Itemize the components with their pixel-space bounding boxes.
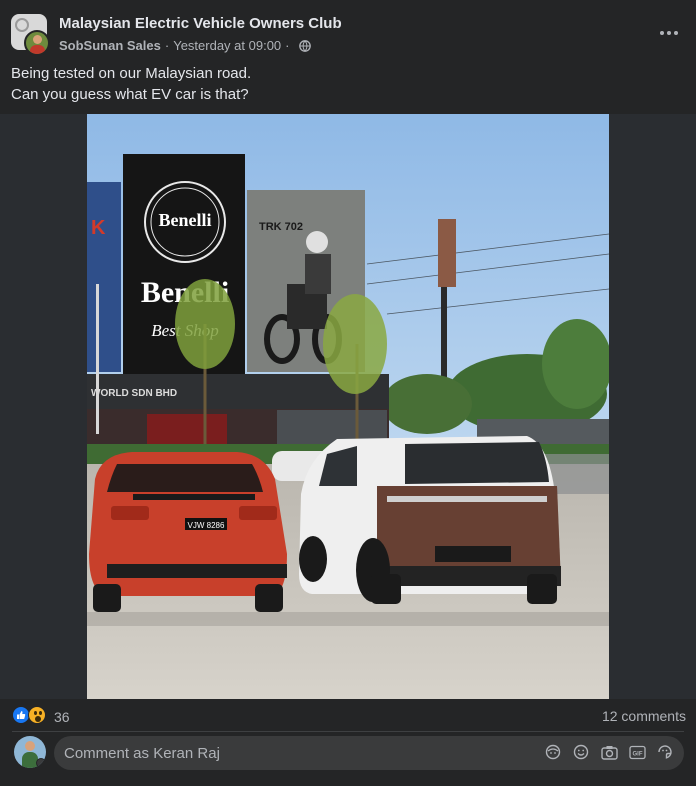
author-name-link[interactable]: SobSunan Sales bbox=[59, 38, 161, 53]
current-user-avatar[interactable] bbox=[14, 736, 46, 768]
post-timestamp[interactable]: Yesterday at 09:00 bbox=[173, 38, 281, 53]
avatar-face bbox=[25, 741, 35, 751]
avatar-face bbox=[33, 35, 42, 44]
wow-eye-icon bbox=[39, 711, 42, 715]
svg-text:GIF: GIF bbox=[632, 751, 642, 757]
plate-text: VJW 8286 bbox=[188, 521, 225, 530]
more-dot-icon bbox=[667, 31, 671, 35]
author-avatar[interactable] bbox=[24, 30, 50, 56]
avatar-sticker-glyph bbox=[545, 744, 561, 760]
billboard-model: TRK 702 bbox=[259, 221, 303, 233]
comment-tools: GIF bbox=[544, 743, 674, 761]
group-name-link[interactable]: Malaysian Electric Vehicle Owners Club bbox=[59, 15, 342, 32]
avatar-body bbox=[30, 45, 45, 54]
post-text-line: Being tested on our Malaysian road. bbox=[11, 65, 252, 82]
camera-icon[interactable] bbox=[600, 743, 618, 761]
post-message: Being tested on our Malaysian road. Can … bbox=[11, 63, 681, 105]
thumb-up-glyph bbox=[17, 711, 26, 719]
photo-scene: K Benelli Benelli Best Shop TRK 702 bbox=[87, 114, 609, 699]
avatar-sticker-icon[interactable] bbox=[544, 743, 562, 761]
wow-icon bbox=[28, 706, 46, 724]
meta-separator-2: · bbox=[285, 38, 290, 53]
reaction-count[interactable]: 36 bbox=[54, 709, 70, 725]
more-dot-icon bbox=[660, 31, 664, 35]
post-photo[interactable]: K Benelli Benelli Best Shop TRK 702 bbox=[87, 114, 609, 699]
comment-placeholder: Comment as Keran Raj bbox=[64, 745, 220, 762]
comment-composer: Comment as Keran Raj GIF bbox=[0, 734, 696, 778]
sticker-icon[interactable] bbox=[656, 743, 674, 761]
sign-brand-small: Benelli bbox=[159, 210, 212, 230]
svg-text:K: K bbox=[91, 217, 106, 239]
globe-icon bbox=[298, 39, 311, 52]
photo-container: K Benelli Benelli Best Shop TRK 702 bbox=[0, 114, 696, 699]
camera-glyph bbox=[600, 745, 618, 760]
wow-eye-icon bbox=[34, 711, 37, 715]
camouflaged-ev-suv bbox=[299, 436, 561, 604]
chevron-down-icon bbox=[36, 758, 46, 768]
comments-count-link[interactable]: 12 comments bbox=[602, 708, 686, 724]
sticker-glyph bbox=[658, 745, 672, 759]
post-card: Malaysian Electric Vehicle Owners Club S… bbox=[0, 0, 696, 786]
reactions-bar: 36 12 comments bbox=[0, 700, 696, 732]
meta-separator: · bbox=[164, 38, 170, 53]
post-text-line: Can you guess what EV car is that? bbox=[11, 86, 249, 103]
post-header: Malaysian Electric Vehicle Owners Club S… bbox=[0, 0, 696, 60]
showroom-text: WORLD SDN BHD bbox=[91, 388, 177, 399]
wow-mouth-icon bbox=[35, 716, 41, 722]
more-dot-icon bbox=[674, 31, 678, 35]
gif-glyph: GIF bbox=[628, 745, 646, 759]
gif-icon[interactable]: GIF bbox=[628, 743, 646, 761]
post-meta: SobSunan Sales · Yesterday at 09:00 · bbox=[59, 38, 311, 53]
emoji-glyph bbox=[573, 744, 589, 760]
group-logo-icon bbox=[15, 18, 29, 32]
more-options-button[interactable] bbox=[652, 20, 686, 46]
emoji-icon[interactable] bbox=[572, 743, 590, 761]
reaction-icons[interactable] bbox=[12, 706, 46, 726]
comment-input[interactable]: Comment as Keran Raj GIF bbox=[54, 736, 684, 770]
red-sedan: VJW 8286 bbox=[89, 452, 287, 612]
divider bbox=[12, 731, 684, 732]
